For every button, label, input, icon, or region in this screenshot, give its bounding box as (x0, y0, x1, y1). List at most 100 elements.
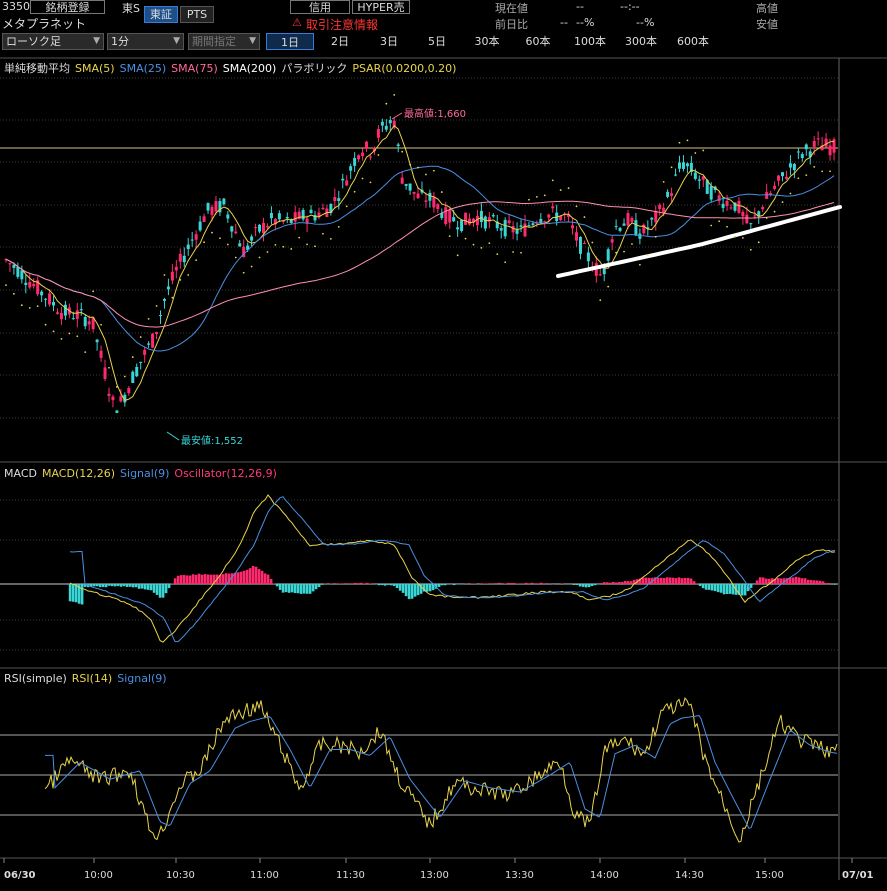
candle-body (365, 141, 369, 149)
oscillator-bar (110, 584, 114, 587)
candle-body (269, 212, 273, 219)
low-annotation: 最安値:1,552 (181, 434, 243, 447)
oscillator-bar (146, 584, 150, 590)
psar-dot (797, 177, 800, 180)
candle-body (749, 223, 753, 225)
oscillator-bar (170, 583, 174, 584)
oscillator-bar (818, 580, 822, 584)
oscillator-bar (194, 574, 198, 584)
candle-body (107, 393, 111, 396)
oscillator-bar (98, 584, 102, 588)
psar-dot (409, 163, 411, 166)
oscillator-bar (833, 584, 837, 585)
candle-body (151, 333, 155, 348)
oscillator-bar (665, 577, 669, 584)
psar-dot (456, 254, 459, 257)
candle-body (285, 216, 289, 219)
oscillator-bar (143, 584, 147, 590)
candle-body (155, 331, 159, 334)
oscillator-bar (176, 575, 180, 584)
psar-dot (543, 194, 546, 197)
psar-dot (385, 102, 388, 105)
oscillator-bar (113, 584, 117, 587)
psar-dot (638, 263, 641, 266)
oscillator-bar (182, 575, 186, 584)
oscillator-bar (698, 584, 702, 586)
oscillator-bar (158, 584, 162, 598)
oscillator-bar (314, 584, 318, 590)
oscillator-bar (506, 582, 510, 584)
candle-body (361, 152, 365, 157)
oscillator-bar (197, 573, 201, 584)
oscillator-bar (131, 584, 135, 588)
candle-body (345, 180, 349, 186)
chart-canvas[interactable]: 最高値:1,660 最安値:1,552 06/30 10:00 10:30 11:00 1… (0, 0, 887, 891)
psar-dot (52, 330, 55, 333)
psar-dot (123, 375, 126, 378)
psar-dot (179, 278, 182, 281)
psar-dot (322, 232, 324, 235)
psar-dot (749, 248, 752, 251)
x-tick-label: 06/30 (4, 870, 36, 881)
low-marker-line (166, 431, 180, 441)
psar-dot (211, 231, 213, 234)
candle-body (412, 191, 416, 194)
candle-body (464, 212, 468, 225)
oscillator-bar (302, 584, 306, 594)
psar-dot (250, 265, 253, 268)
oscillator-bar (137, 584, 141, 589)
candle-body (784, 176, 788, 179)
candle-body (75, 310, 79, 319)
oscillator-bar (575, 584, 579, 585)
sma75-line (5, 200, 835, 328)
psar-dot (472, 243, 475, 246)
oscillator-bar (386, 584, 390, 585)
candle-body (111, 396, 115, 401)
candle-body (693, 172, 697, 179)
candle-body (16, 266, 20, 277)
psar-dot (226, 243, 229, 246)
psar-dot (821, 170, 824, 173)
oscillator-bar (821, 581, 825, 584)
candle-body (44, 298, 48, 300)
candle-body (800, 154, 804, 159)
oscillator-bar (800, 578, 804, 584)
oscillator-bar (659, 577, 663, 584)
candle-body (55, 312, 59, 314)
candle-body (729, 207, 733, 209)
psar-dot (710, 224, 713, 227)
psar-dot (100, 323, 102, 326)
oscillator-bar (257, 569, 261, 584)
x-tick-label: 10:30 (166, 870, 195, 881)
psar-dot (432, 169, 435, 172)
oscillator-bar (155, 584, 159, 595)
candle-body (598, 274, 602, 276)
macd-oscillator-bars (68, 565, 837, 605)
candle-body (222, 198, 226, 205)
psar-dot (274, 243, 277, 246)
psar-dot (108, 366, 110, 369)
candle-body (321, 207, 325, 210)
psar-dot (353, 190, 356, 193)
psar-dot (504, 261, 507, 264)
candle-body (547, 214, 551, 218)
candle-body (781, 172, 785, 177)
candle-body (626, 213, 630, 226)
oscillator-bar (548, 583, 552, 584)
psar-dot (187, 274, 190, 276)
candle-body (127, 388, 131, 394)
candle-body (634, 220, 638, 236)
x-axis: 06/30 10:00 10:30 11:00 11:30 13:00 13:30 14:00… (3, 858, 874, 881)
psar-dot (345, 205, 348, 208)
oscillator-bar (383, 584, 387, 586)
psar-dot (591, 241, 594, 244)
oscillator-bar (116, 584, 120, 587)
oscillator-bar (644, 577, 648, 584)
psar-dot (361, 177, 364, 180)
psar-dot (369, 181, 372, 184)
oscillator-bar (104, 584, 108, 588)
oscillator-bar (290, 584, 294, 593)
candle-body (230, 226, 234, 232)
candle-body (551, 206, 555, 209)
oscillator-bar (593, 584, 597, 586)
